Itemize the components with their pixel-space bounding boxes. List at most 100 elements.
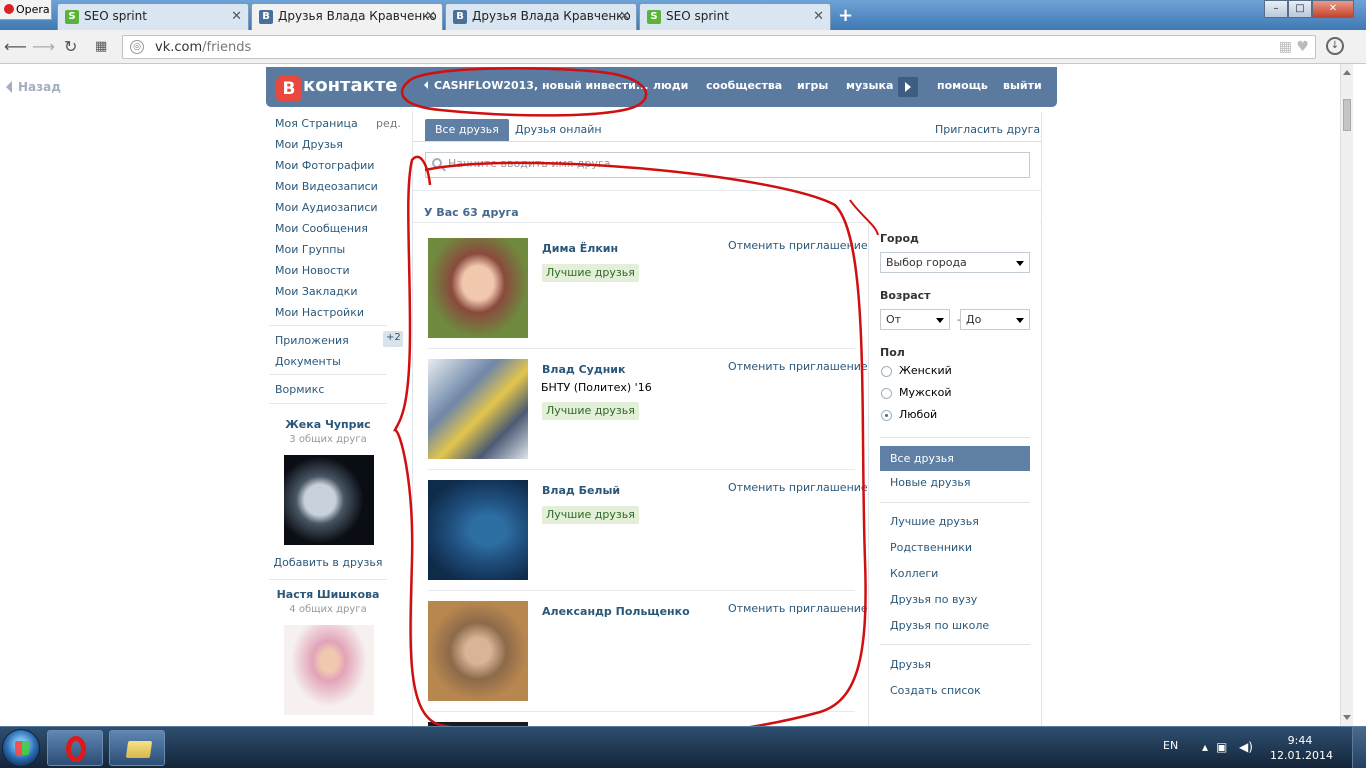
nav-games[interactable]: игры — [797, 79, 828, 92]
cancel-invitation-link[interactable]: Отменить приглашение — [728, 602, 868, 615]
nav-people[interactable]: люди — [653, 79, 688, 92]
friend-search-input[interactable] — [448, 157, 1018, 170]
invite-friend-link[interactable]: Пригласить друга — [935, 123, 1040, 136]
sex-radio-any[interactable] — [881, 410, 892, 421]
maximize-icon[interactable]: □ — [1288, 0, 1312, 18]
network-icon[interactable]: ▣ — [1216, 740, 1227, 754]
menu-my-audio[interactable]: Мои Аудиозаписи — [275, 201, 378, 214]
close-icon[interactable]: ✕ — [425, 9, 436, 24]
taskbar-explorer[interactable] — [109, 730, 165, 766]
add-friend-button[interactable]: Добавить в друзья — [269, 556, 387, 569]
dima-photo[interactable] — [428, 238, 528, 338]
language-indicator[interactable]: EN — [1163, 739, 1178, 752]
tab-friends-online[interactable]: Друзья онлайн — [515, 123, 602, 136]
page-scrollbar[interactable] — [1340, 64, 1353, 726]
menu-apps[interactable]: Приложения — [275, 334, 349, 347]
scrollbar-thumb[interactable] — [1343, 99, 1351, 131]
sex-label-any[interactable]: Любой — [899, 408, 937, 421]
vk-logo[interactable]: Вконтакте — [276, 75, 397, 102]
nav-help[interactable]: помощь — [937, 79, 988, 92]
girl-photo[interactable] — [284, 625, 374, 715]
url-field[interactable]: ◎ vk.com/friends ▦ ♥ — [122, 35, 1316, 59]
heart-icon[interactable]: ♥ — [1296, 39, 1309, 55]
volume-icon[interactable]: ◀) — [1239, 740, 1253, 754]
menu-my-news[interactable]: Мои Новости — [275, 264, 350, 277]
list-university-friends[interactable]: Друзья по вузу — [890, 593, 977, 606]
back-link[interactable]: Назад — [6, 80, 61, 94]
space-planet-photo[interactable] — [284, 455, 374, 545]
header-status-link[interactable]: CASHFLOW2013, новый инвести... — [424, 79, 648, 92]
menu-my-friends[interactable]: Мои Друзья — [275, 138, 343, 151]
suggestion-name[interactable]: Жека Чуприс — [269, 418, 387, 431]
friend-name-link[interactable]: Дима Ёлкин — [542, 242, 618, 255]
list-friends[interactable]: Друзья — [890, 658, 931, 671]
close-icon[interactable]: ✕ — [813, 9, 824, 24]
tray-arrow-icon[interactable]: ▴ — [1202, 740, 1208, 754]
download-icon[interactable]: ↓ — [1326, 37, 1344, 55]
list-best-friends[interactable]: Лучшие друзья — [890, 515, 979, 528]
site-info-icon[interactable]: ◎ — [130, 40, 144, 54]
browser-tab-seo-sprint-2[interactable]: S SEO sprint ✕ — [639, 3, 831, 30]
list-school-friends[interactable]: Друзья по школе — [890, 619, 989, 632]
menu-my-videos[interactable]: Мои Видеозаписи — [275, 180, 378, 193]
sex-label-male[interactable]: Мужской — [899, 386, 951, 399]
minimize-icon[interactable]: – — [1264, 0, 1288, 18]
tray-clock[interactable]: 9:44 12.01.2014 — [1270, 733, 1333, 763]
forward-arrow-icon[interactable]: ⟶ — [32, 37, 55, 56]
browser-tab-seo-sprint[interactable]: S SEO sprint ✕ — [57, 3, 249, 30]
back-arrow-icon[interactable]: ⟵ — [4, 37, 27, 56]
show-desktop-button[interactable] — [1352, 727, 1366, 768]
seo-sprint-icon: S — [65, 10, 79, 24]
menu-my-groups[interactable]: Мои Группы — [275, 243, 345, 256]
new-tab-plus-icon[interactable]: + — [838, 5, 853, 26]
list-relatives[interactable]: Родственники — [890, 541, 972, 554]
sex-radio-female[interactable] — [881, 366, 892, 377]
nav-communities[interactable]: сообщества — [706, 79, 782, 92]
age-to-select[interactable]: До — [960, 309, 1030, 330]
menu-my-messages[interactable]: Мои Сообщения — [275, 222, 368, 235]
suggestion-name[interactable]: Настя Шишкова — [269, 588, 387, 601]
alexander-photo[interactable] — [428, 601, 528, 701]
cancel-invitation-link[interactable]: Отменить приглашение — [728, 239, 868, 252]
sex-label-female[interactable]: Женский — [899, 364, 952, 377]
menu-my-page[interactable]: Моя Страница — [275, 117, 358, 130]
close-icon[interactable]: ✕ — [619, 9, 630, 24]
age-from-select[interactable]: От — [880, 309, 950, 330]
window-close-icon[interactable]: ✕ — [1312, 0, 1354, 18]
menu-my-bookmarks[interactable]: Мои Закладки — [275, 285, 357, 298]
scroll-up-icon[interactable] — [1343, 70, 1351, 75]
browser-tab-vk-friends-2[interactable]: B Друзья Влада Кравченко ✕ — [445, 3, 637, 30]
start-button[interactable] — [2, 729, 40, 767]
stash-grid-icon[interactable]: ▦ — [1279, 39, 1292, 55]
friend-name-link[interactable]: Александр Польщенко — [542, 605, 690, 618]
menu-app-wormix[interactable]: Вормикс — [275, 383, 324, 396]
speed-dial-grid-icon[interactable]: ▦ — [95, 39, 107, 54]
close-icon[interactable]: ✕ — [231, 9, 242, 24]
nav-more-arrow-icon[interactable] — [898, 77, 918, 97]
cancel-invitation-link[interactable]: Отменить приглашение — [728, 481, 868, 494]
menu-documents[interactable]: Документы — [275, 355, 341, 368]
menu-my-settings[interactable]: Мои Настройки — [275, 306, 364, 319]
list-new-friends[interactable]: Новые друзья — [890, 476, 970, 489]
tab-all-friends[interactable]: Все друзья — [425, 119, 509, 141]
folder-icon — [125, 741, 153, 758]
scroll-down-icon[interactable] — [1343, 715, 1351, 720]
nav-logout[interactable]: выйти — [1003, 79, 1042, 92]
opera-menu-button[interactable]: Opera — [0, 0, 52, 20]
menu-edit-link[interactable]: ред. — [376, 117, 401, 130]
taskbar-opera[interactable] — [47, 730, 103, 766]
friend-name-link[interactable]: Влад Судник — [542, 363, 625, 376]
list-all-friends[interactable]: Все друзья — [880, 446, 1030, 471]
browser-tab-vk-friends[interactable]: B Друзья Влада Кравченко ✕ — [251, 3, 443, 30]
create-list-link[interactable]: Создать список — [890, 684, 981, 697]
nav-music[interactable]: музыка — [846, 79, 893, 92]
menu-my-photos[interactable]: Мои Фотографии — [275, 159, 374, 172]
sex-radio-male[interactable] — [881, 388, 892, 399]
robot-art-photo[interactable] — [428, 359, 528, 459]
cancel-invitation-link[interactable]: Отменить приглашение — [728, 360, 868, 373]
list-colleagues[interactable]: Коллеги — [890, 567, 938, 580]
city-select[interactable]: Выбор города — [880, 252, 1030, 273]
blue-photo[interactable] — [428, 480, 528, 580]
friend-name-link[interactable]: Влад Белый — [542, 484, 620, 497]
reload-icon[interactable]: ↻ — [64, 37, 77, 56]
